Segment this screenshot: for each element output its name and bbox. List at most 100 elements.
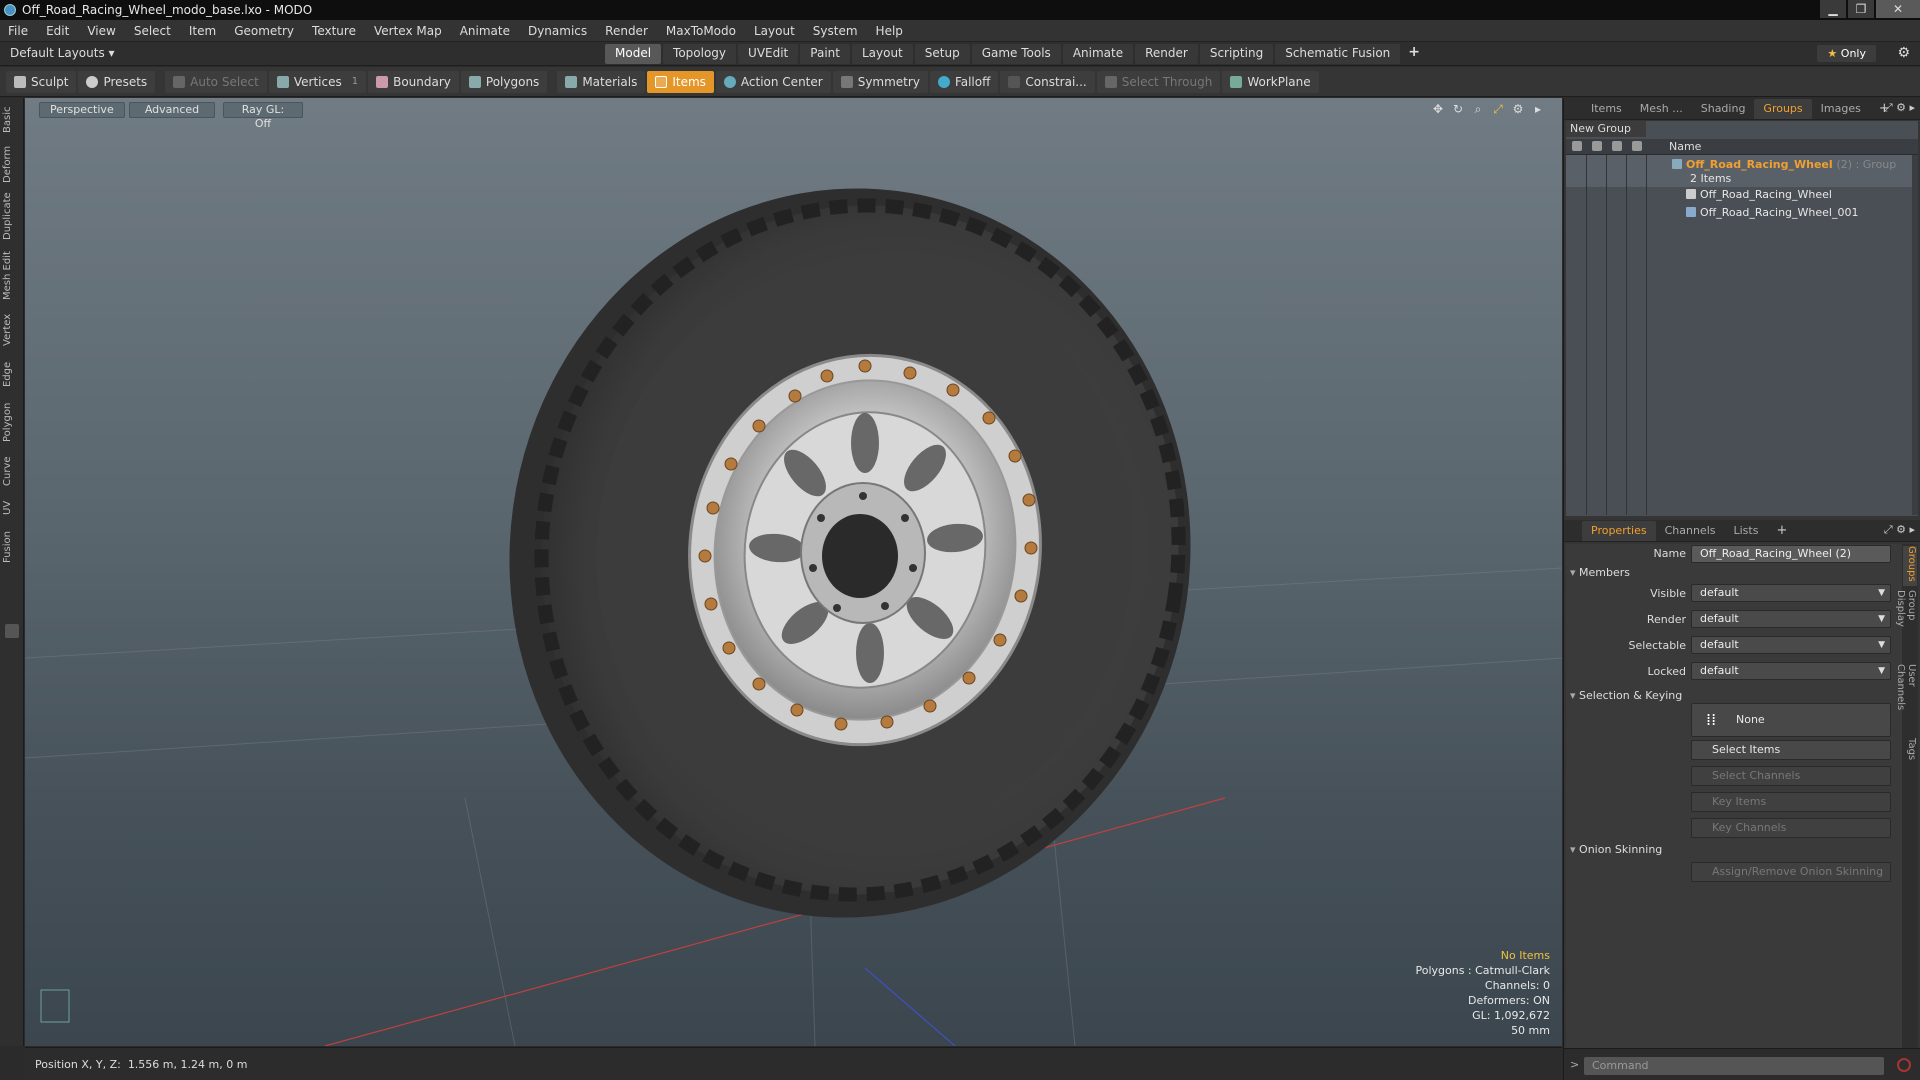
locked-dropdown[interactable]: default ▼ (1691, 662, 1891, 680)
menu-animate[interactable]: Animate (460, 24, 510, 38)
minimize-button[interactable]: ▁ (1820, 0, 1846, 18)
none-selector[interactable]: ⁞⁞ None (1691, 703, 1891, 737)
select-items-button[interactable]: Select Items (1691, 740, 1891, 760)
command-input[interactable]: Command (1584, 1057, 1884, 1075)
menu-file[interactable]: File (8, 24, 28, 38)
add-properties-tab-button[interactable]: + (1767, 521, 1796, 541)
tab-schematic-fusion[interactable]: Schematic Fusion (1275, 44, 1401, 64)
workplane-button[interactable]: WorkPlane (1222, 70, 1319, 93)
tab-model[interactable]: Model (605, 44, 662, 64)
list-item[interactable]: Off_Road_Racing_Wheel (1686, 188, 1832, 201)
rotate-icon[interactable]: ↻ (1450, 102, 1466, 118)
new-group-button[interactable]: New Group (1566, 121, 1646, 137)
settings-icon[interactable]: ⚙ (1510, 102, 1526, 118)
menu-help[interactable]: Help (876, 24, 903, 38)
tab-groups[interactable]: Groups (1754, 98, 1812, 119)
select-channels-button[interactable]: Select Channels (1691, 766, 1891, 786)
3d-viewport[interactable]: Perspective Advanced Ray GL: Off ✥ ↻ ⌕ ⤢… (25, 98, 1562, 1046)
selection-keying-section[interactable]: Selection & Keying (1570, 689, 1682, 702)
properties-options-icon[interactable]: ⤢ ⚙ ▸ (1884, 523, 1915, 537)
tab-properties[interactable]: Properties (1582, 520, 1656, 541)
gear-icon[interactable]: ⚙ (1897, 45, 1910, 61)
tab-paint[interactable]: Paint (800, 44, 850, 64)
side-tab-tags[interactable]: Tags (1903, 738, 1917, 768)
advanced-button[interactable]: Advanced (129, 102, 215, 118)
tab-shading[interactable]: Shading (1692, 99, 1755, 119)
vtab-fusion[interactable]: Fusion (2, 526, 22, 568)
group-item[interactable]: Off_Road_Racing_Wheel (2) : Group (1672, 158, 1896, 171)
side-tab-group-display[interactable]: Group Display (1895, 590, 1917, 660)
default-layouts-dropdown[interactable]: Default Layouts ▾ (10, 46, 115, 60)
tab-scripting[interactable]: Scripting (1199, 44, 1274, 64)
raygl-button[interactable]: Ray GL: Off (223, 102, 303, 130)
groups-scrollbar[interactable] (1912, 155, 1918, 515)
panel-toggle-icon[interactable] (5, 624, 19, 638)
presets-button[interactable]: Presets (78, 70, 156, 93)
perspective-button[interactable]: Perspective (39, 102, 125, 118)
move-icon[interactable]: ✥ (1430, 102, 1446, 118)
tab-items[interactable]: Items (1582, 99, 1631, 119)
members-section[interactable]: Members (1570, 566, 1630, 579)
key-channels-button[interactable]: Key Channels (1691, 818, 1891, 838)
menu-texture[interactable]: Texture (312, 24, 356, 38)
sculpt-button[interactable]: Sculpt (6, 70, 77, 93)
tab-setup[interactable]: Setup (914, 44, 970, 64)
select-through-button[interactable]: Select Through (1096, 70, 1221, 93)
polygons-button[interactable]: Polygons (460, 70, 548, 93)
menu-system[interactable]: System (813, 24, 858, 38)
auto-select-button[interactable]: Auto Select (165, 70, 267, 93)
symmetry-button[interactable]: Symmetry (832, 70, 928, 93)
tab-mesh[interactable]: Mesh ... (1631, 99, 1692, 119)
menu-view[interactable]: View (87, 24, 115, 38)
fit-icon[interactable]: ⤢ (1490, 102, 1506, 118)
vtab-polygon[interactable]: Polygon (2, 398, 22, 446)
group-name-field[interactable]: Off_Road_Racing_Wheel (2) (1691, 545, 1891, 563)
key-items-button[interactable]: Key Items (1691, 792, 1891, 812)
close-button[interactable]: ✕ (1876, 0, 1920, 18)
maximize-button[interactable]: ❐ (1848, 0, 1874, 18)
tab-images[interactable]: Images (1812, 99, 1870, 119)
only-toggle[interactable]: ★ Only (1817, 45, 1876, 62)
assign-onion-skinning-button[interactable]: Assign/Remove Onion Skinning (1691, 862, 1891, 882)
falloff-button[interactable]: Falloff (929, 70, 999, 93)
vtab-curve[interactable]: Curve (2, 452, 22, 490)
menu-geometry[interactable]: Geometry (234, 24, 294, 38)
menu-vertex-map[interactable]: Vertex Map (374, 24, 442, 38)
list-item[interactable]: Off_Road_Racing_Wheel_001 (1686, 206, 1858, 219)
visible-dropdown[interactable]: default ▼ (1691, 584, 1891, 602)
tab-render[interactable]: Render (1135, 44, 1198, 64)
vtab-uv[interactable]: UV (2, 496, 22, 520)
tab-uvedit[interactable]: UVEdit (738, 44, 799, 64)
vtab-mesh-edit[interactable]: Mesh Edit (2, 248, 22, 304)
vtab-vertex[interactable]: Vertex (2, 310, 22, 350)
vtab-basic[interactable]: Basic (2, 102, 22, 138)
vertices-button[interactable]: Vertices 1 (268, 70, 367, 93)
add-tab-button[interactable]: + (1402, 44, 1426, 64)
onion-skinning-section[interactable]: Onion Skinning (1570, 843, 1662, 856)
vtab-deform[interactable]: Deform (2, 142, 22, 186)
tab-layout[interactable]: Layout (851, 44, 913, 64)
tab-game-tools[interactable]: Game Tools (971, 44, 1061, 64)
panel-options-icon[interactable]: ⤢ ⚙ ▸ (1884, 101, 1915, 115)
tab-animate[interactable]: Animate (1062, 44, 1134, 64)
side-tab-groups[interactable]: Groups (1903, 546, 1917, 586)
vtab-edge[interactable]: Edge (2, 356, 22, 392)
menu-render[interactable]: Render (605, 24, 648, 38)
menu-item[interactable]: Item (189, 24, 216, 38)
menu-select[interactable]: Select (134, 24, 171, 38)
menu-dynamics[interactable]: Dynamics (528, 24, 587, 38)
constraints-button[interactable]: Constrai... (1000, 70, 1095, 93)
record-icon[interactable] (1897, 1058, 1911, 1072)
render-dropdown[interactable]: default ▼ (1691, 610, 1891, 628)
tab-channels[interactable]: Channels (1656, 521, 1725, 541)
tab-lists[interactable]: Lists (1725, 521, 1768, 541)
side-tab-user-channels[interactable]: User Channels (1895, 664, 1917, 734)
selectable-dropdown[interactable]: default ▼ (1691, 636, 1891, 654)
expand-icon[interactable]: ▸ (1530, 102, 1546, 118)
boundary-button[interactable]: Boundary (368, 70, 459, 93)
zoom-icon[interactable]: ⌕ (1470, 102, 1486, 118)
tab-topology[interactable]: Topology (663, 44, 737, 64)
menu-edit[interactable]: Edit (46, 24, 69, 38)
items-button[interactable]: Items (647, 70, 714, 93)
menu-layout[interactable]: Layout (754, 24, 795, 38)
